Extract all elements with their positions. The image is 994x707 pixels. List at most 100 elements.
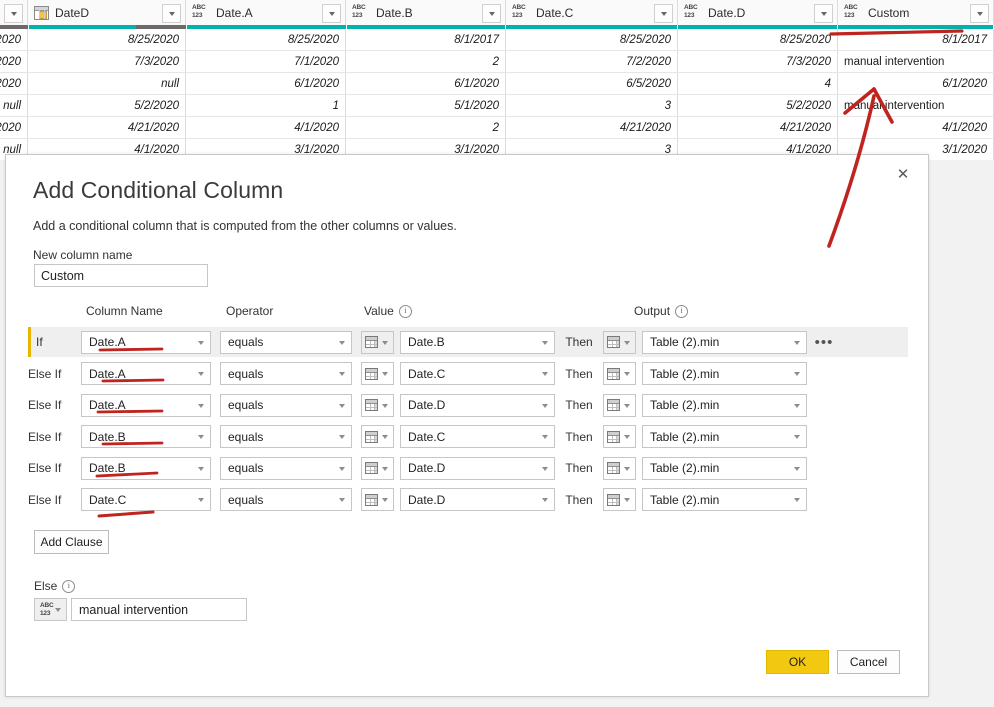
grid-cell[interactable]: 2020 <box>0 117 28 138</box>
grid-cell[interactable]: 2020 <box>0 29 28 50</box>
column-filter-dropdown[interactable] <box>4 4 23 23</box>
grid-cell[interactable]: 8/25/2020 <box>678 29 838 50</box>
ok-button[interactable]: OK <box>766 650 829 674</box>
new-column-name-input[interactable] <box>34 264 208 287</box>
clause-column-select[interactable]: Date.B <box>81 456 211 480</box>
clause-value-type-selector[interactable] <box>361 393 394 417</box>
clause-output-type-selector[interactable] <box>603 362 636 385</box>
clause-output-select[interactable]: Table (2).min <box>642 393 807 417</box>
grid-cell[interactable]: 4/21/2020 <box>506 117 678 138</box>
info-icon[interactable]: i <box>398 304 412 318</box>
chevron-down-icon <box>794 340 800 345</box>
clause-value-select[interactable]: Date.D <box>400 456 555 480</box>
grid-cell[interactable]: 1 <box>186 95 346 116</box>
column-filter-dropdown[interactable] <box>482 4 501 23</box>
clause-column-select[interactable]: Date.C <box>81 488 211 511</box>
else-value-input[interactable] <box>71 598 247 621</box>
grid-cell[interactable]: 7/2/2020 <box>506 51 678 72</box>
header-value-label: Value <box>364 304 394 318</box>
clause-keyword: Else If <box>28 429 62 444</box>
clause-operator-select[interactable]: equals <box>220 425 352 448</box>
grid-cell[interactable]: 7/3/2020 <box>28 51 186 72</box>
grid-cell[interactable]: 2020 <box>0 73 28 94</box>
column-filter-dropdown[interactable] <box>814 4 833 23</box>
clause-operator-select[interactable]: equals <box>220 330 352 354</box>
clause-row: Else If Date.B equals Date.D Then Table (2).m… <box>28 453 908 483</box>
clause-value-type-selector[interactable] <box>361 330 394 354</box>
cancel-button[interactable]: Cancel <box>837 650 900 674</box>
clause-operator-select[interactable]: equals <box>220 362 352 385</box>
clause-output-type-selector[interactable] <box>603 456 636 480</box>
info-icon[interactable]: i <box>675 304 689 318</box>
clause-output-select[interactable]: Table (2).min <box>642 488 807 511</box>
grid-cell[interactable]: 6/1/2020 <box>838 73 994 94</box>
grid-cell[interactable]: 5/2/2020 <box>678 95 838 116</box>
grid-cell[interactable]: 4 <box>678 73 838 94</box>
grid-header-cell: ABC 123 Date.B <box>346 0 506 25</box>
clause-column-select[interactable]: Date.A <box>81 330 211 354</box>
grid-cell[interactable]: 5/1/2020 <box>346 95 506 116</box>
clause-column-select[interactable]: Date.A <box>81 362 211 385</box>
clause-value-type-selector[interactable] <box>361 488 394 511</box>
column-filter-dropdown[interactable] <box>970 4 989 23</box>
clause-value-type-selector[interactable] <box>361 456 394 480</box>
clause-value-type-selector[interactable] <box>361 362 394 385</box>
clause-output-type-selector[interactable] <box>603 425 636 448</box>
grid-cell[interactable]: 8/1/2017 <box>838 29 994 50</box>
clause-output-select[interactable]: Table (2).min <box>642 425 807 448</box>
clause-more-options-button[interactable]: ••• <box>807 334 841 351</box>
add-clause-button[interactable]: Add Clause <box>34 530 109 554</box>
grid-cell[interactable]: 4/21/2020 <box>678 117 838 138</box>
column-filter-dropdown[interactable] <box>322 4 341 23</box>
grid-cell[interactable]: 2 <box>346 51 506 72</box>
clause-operator-value: equals <box>228 335 264 349</box>
clause-operator-select[interactable]: equals <box>220 393 352 417</box>
clause-column-select[interactable]: Date.B <box>81 425 211 448</box>
clause-value-select[interactable]: Date.B <box>400 330 555 354</box>
clause-value-select[interactable]: Date.C <box>400 425 555 448</box>
info-icon[interactable]: i <box>62 579 76 593</box>
clause-column-select[interactable]: Date.A <box>81 393 211 417</box>
grid-cell[interactable]: 8/1/2017 <box>346 29 506 50</box>
clause-column-value: Date.B <box>89 429 126 444</box>
grid-cell[interactable]: 4/1/2020 <box>838 117 994 138</box>
clause-output-type-selector[interactable] <box>603 488 636 511</box>
clause-operator-select[interactable]: equals <box>220 488 352 511</box>
clause-column-value: Date.A <box>89 398 126 412</box>
grid-cell[interactable]: 8/25/2020 <box>28 29 186 50</box>
chevron-down-icon <box>339 340 345 345</box>
grid-cell[interactable]: 4/1/2020 <box>186 117 346 138</box>
clause-value-type-selector[interactable] <box>361 425 394 448</box>
else-type-selector[interactable]: ABC 123 <box>34 598 67 621</box>
grid-cell[interactable]: null <box>0 95 28 116</box>
column-filter-dropdown[interactable] <box>162 4 181 23</box>
grid-cell[interactable]: 5/2/2020 <box>28 95 186 116</box>
clause-value-select[interactable]: Date.D <box>400 393 555 417</box>
clause-value-select[interactable]: Date.D <box>400 488 555 511</box>
grid-cell[interactable]: 6/1/2020 <box>346 73 506 94</box>
grid-cell[interactable]: 2020 <box>0 51 28 72</box>
clause-operator-select[interactable]: equals <box>220 456 352 480</box>
grid-cell[interactable]: null <box>28 73 186 94</box>
grid-cell[interactable]: 6/1/2020 <box>186 73 346 94</box>
grid-cell[interactable]: 7/1/2020 <box>186 51 346 72</box>
clause-output-value: Table (2).min <box>650 461 720 475</box>
clause-output-type-selector[interactable] <box>603 330 636 354</box>
grid-cell[interactable]: 7/3/2020 <box>678 51 838 72</box>
column-filter-dropdown[interactable] <box>654 4 673 23</box>
clause-output-select[interactable]: Table (2).min <box>642 330 807 354</box>
table-icon <box>365 399 378 411</box>
grid-cell[interactable]: 6/5/2020 <box>506 73 678 94</box>
grid-cell[interactable]: 8/25/2020 <box>186 29 346 50</box>
grid-cell[interactable]: 3 <box>506 95 678 116</box>
clause-output-type-selector[interactable] <box>603 393 636 417</box>
grid-cell[interactable]: 8/25/2020 <box>506 29 678 50</box>
close-icon[interactable]: ✕ <box>888 161 918 187</box>
clause-output-select[interactable]: Table (2).min <box>642 362 807 385</box>
grid-cell[interactable]: 4/21/2020 <box>28 117 186 138</box>
grid-cell[interactable]: manual intervention <box>838 51 994 72</box>
clause-value-select[interactable]: Date.C <box>400 362 555 385</box>
grid-cell[interactable]: 2 <box>346 117 506 138</box>
clause-output-select[interactable]: Table (2).min <box>642 456 807 480</box>
grid-cell[interactable]: manual intervention <box>838 95 994 116</box>
